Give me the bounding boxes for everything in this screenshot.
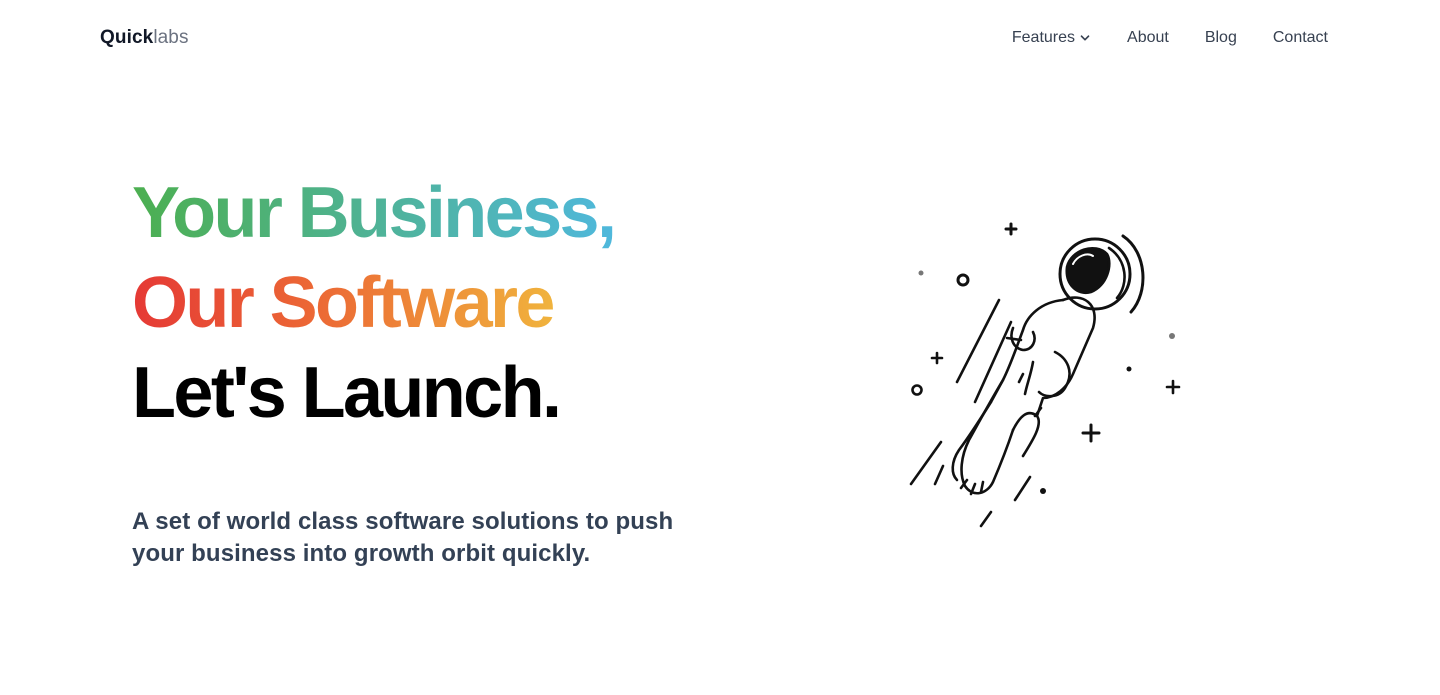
chevron-down-icon <box>1080 35 1090 41</box>
hero: Your Business, Our Software Let's Launch… <box>132 168 752 570</box>
nav-item-label: Features <box>1011 29 1076 46</box>
logo[interactable]: Quicklabs <box>100 27 189 49</box>
headline-line-3: Let's Launch. <box>132 353 562 433</box>
nav-item-blog[interactable]: Blog <box>1205 29 1237 47</box>
top-nav: Quicklabs Features About Blog Contact <box>100 22 1328 54</box>
nav-item-contact[interactable]: Contact <box>1273 29 1328 47</box>
astronaut-flying-icon <box>909 222 1181 528</box>
hero-headline: Your Business, Our Software Let's Launch… <box>132 168 752 438</box>
nav-item-about[interactable]: About <box>1127 29 1169 47</box>
nav-menu: Features About Blog Contact <box>1012 29 1328 47</box>
nav-item-features[interactable]: Features <box>1012 29 1091 47</box>
headline-line-1: Your Business, <box>132 168 617 258</box>
headline-line-2: Our Software <box>132 258 555 348</box>
logo-light: labs <box>153 27 189 48</box>
hero-subtitle: A set of world class software solutions … <box>132 508 674 567</box>
logo-bold: Quick <box>100 27 154 48</box>
